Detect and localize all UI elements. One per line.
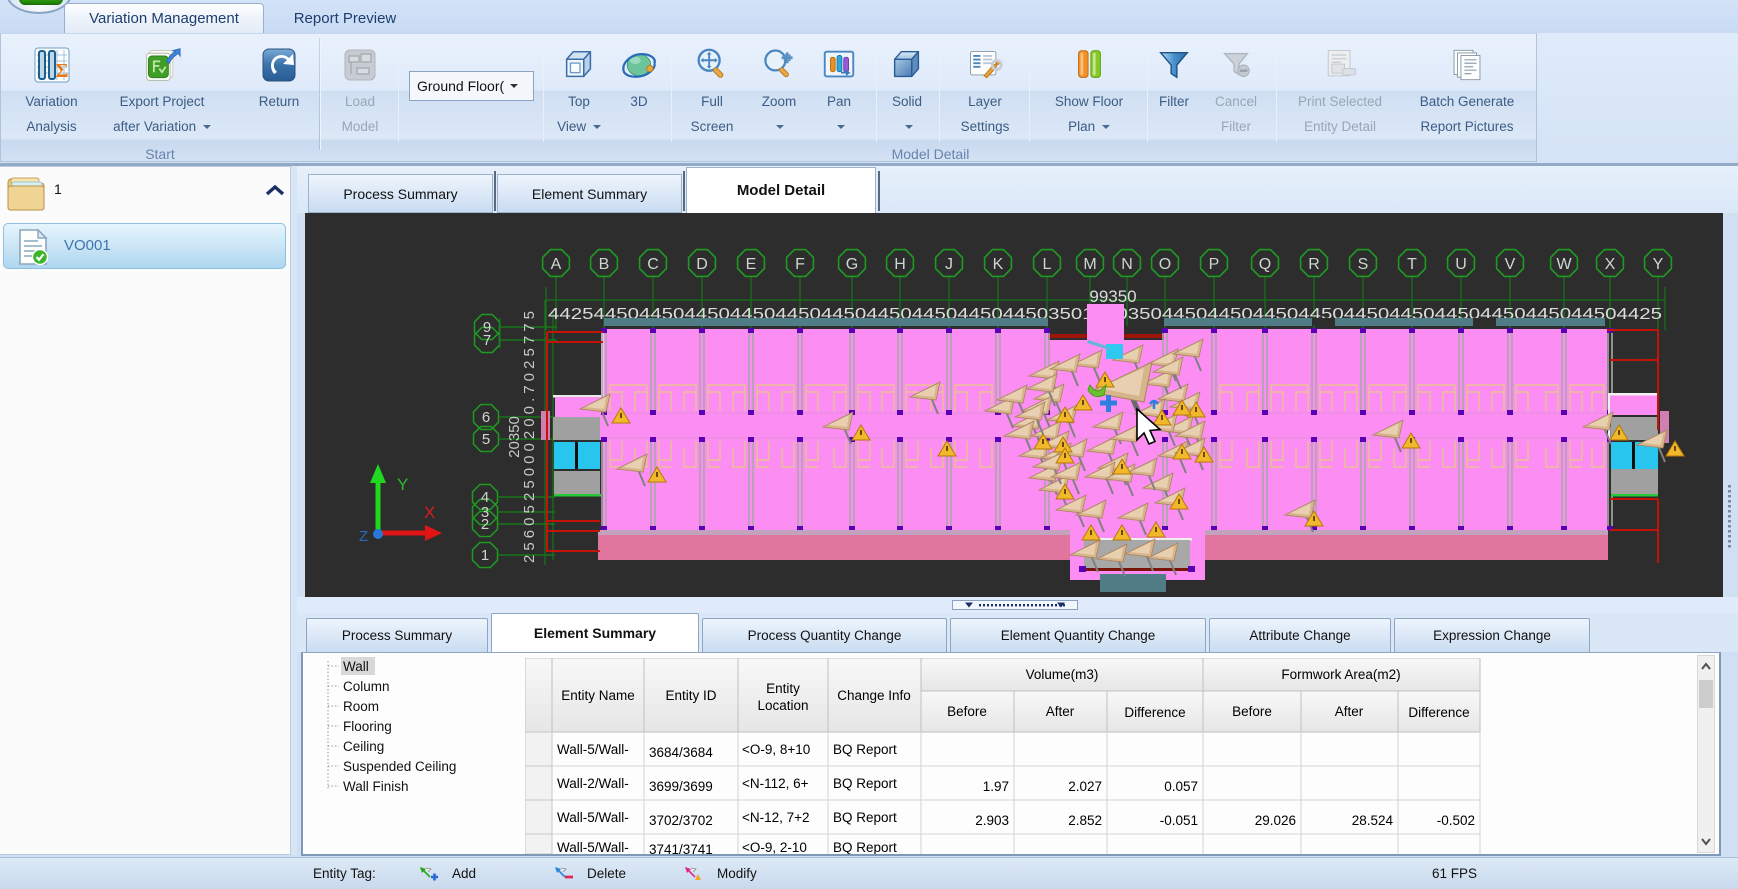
svg-text:2.027: 2.027 <box>1068 779 1102 794</box>
svg-text:Wall-5/Wall-: Wall-5/Wall- <box>557 742 629 757</box>
svg-text:R: R <box>1308 256 1320 273</box>
svg-text:2560525000200.7025775: 2560525000200.7025775 <box>521 311 538 563</box>
svg-text:Wall-5/Wall-: Wall-5/Wall- <box>557 840 629 854</box>
svg-text:28.524: 28.524 <box>1352 813 1394 828</box>
svg-text:L: L <box>1043 256 1052 273</box>
svg-text:X: X <box>424 503 435 522</box>
svg-text:Wall: Wall <box>343 659 369 674</box>
svg-text:Before: Before <box>1232 704 1272 719</box>
svg-text:F: F <box>795 256 805 273</box>
svg-text:E: E <box>746 256 757 273</box>
svg-text:<N-112, 6+: <N-112, 6+ <box>742 776 809 791</box>
svg-text:P: P <box>1209 256 1220 273</box>
svg-text:<O-9, 2-10: <O-9, 2-10 <box>742 840 807 854</box>
svg-text:3699/3699: 3699/3699 <box>649 779 713 794</box>
svg-text:Ceiling: Ceiling <box>343 739 384 754</box>
svg-text:2: 2 <box>481 516 489 533</box>
svg-text:Difference: Difference <box>1124 705 1185 720</box>
svg-text:BQ Report: BQ Report <box>833 776 897 791</box>
svg-text:Y: Y <box>397 475 408 494</box>
svg-text:A: A <box>551 256 562 273</box>
svg-text:Room: Room <box>343 699 379 714</box>
svg-text:-0.502: -0.502 <box>1437 813 1475 828</box>
svg-text:Volume(m3): Volume(m3) <box>1026 667 1099 682</box>
svg-text:BQ Report: BQ Report <box>833 810 897 825</box>
svg-text:5: 5 <box>482 431 490 448</box>
svg-text:After: After <box>1335 704 1364 719</box>
svg-text:BQ Report: BQ Report <box>833 840 897 854</box>
svg-text:1.97: 1.97 <box>983 779 1009 794</box>
svg-text:Wall-5/Wall-: Wall-5/Wall- <box>557 810 629 825</box>
svg-text:3684/3684: 3684/3684 <box>649 745 713 760</box>
svg-text:G: G <box>846 256 858 273</box>
svg-text:V: V <box>1505 256 1516 273</box>
svg-text:Entity ID: Entity ID <box>665 688 716 703</box>
svg-text:Formwork Area(m2): Formwork Area(m2) <box>1281 667 1400 682</box>
svg-text:Entity: Entity <box>766 681 800 696</box>
svg-text:S: S <box>1358 256 1369 273</box>
svg-text:M: M <box>1083 256 1096 273</box>
svg-text:99350: 99350 <box>1089 287 1136 306</box>
svg-text:<N-12, 7+2: <N-12, 7+2 <box>742 810 810 825</box>
svg-text:Wall-2/Wall-: Wall-2/Wall- <box>557 776 629 791</box>
svg-text:Location: Location <box>757 698 808 713</box>
svg-text:W: W <box>1556 256 1572 273</box>
svg-text:T: T <box>1407 256 1417 273</box>
svg-text:Suspended Ceiling: Suspended Ceiling <box>343 759 456 774</box>
svg-text:Y: Y <box>1653 256 1664 273</box>
svg-text:X: X <box>1605 256 1616 273</box>
svg-text:Q: Q <box>1259 256 1271 273</box>
svg-text:K: K <box>993 256 1004 273</box>
svg-text:6: 6 <box>482 409 490 426</box>
svg-text:Flooring: Flooring <box>343 719 392 734</box>
svg-text:N: N <box>1121 256 1133 273</box>
svg-text:0.057: 0.057 <box>1164 779 1198 794</box>
svg-text:Σ: Σ <box>55 60 68 82</box>
svg-text:H: H <box>894 256 906 273</box>
svg-text:2.903: 2.903 <box>975 813 1009 828</box>
svg-text:After: After <box>1046 704 1075 719</box>
svg-text:Difference: Difference <box>1408 705 1469 720</box>
svg-text:Entity Name: Entity Name <box>561 688 635 703</box>
svg-text:Z: Z <box>359 528 368 545</box>
svg-text:-0.051: -0.051 <box>1160 813 1198 828</box>
svg-text:Wall Finish: Wall Finish <box>343 779 409 794</box>
svg-text:D: D <box>696 256 708 273</box>
svg-text:Before: Before <box>947 704 987 719</box>
svg-text:2.852: 2.852 <box>1068 813 1102 828</box>
svg-text:BQ Report: BQ Report <box>833 742 897 757</box>
svg-text:3702/3702: 3702/3702 <box>649 813 713 828</box>
svg-text:7: 7 <box>483 332 491 349</box>
svg-text:Change Info: Change Info <box>837 688 911 703</box>
svg-text:1: 1 <box>481 547 489 564</box>
svg-text:Column: Column <box>343 679 390 694</box>
svg-text:J: J <box>945 256 953 273</box>
svg-text:O: O <box>1159 256 1171 273</box>
svg-text:U: U <box>1455 256 1467 273</box>
svg-text:<O-9, 8+10: <O-9, 8+10 <box>742 742 810 757</box>
svg-text:C: C <box>647 256 659 273</box>
svg-text:B: B <box>599 256 610 273</box>
svg-text:3741/3741: 3741/3741 <box>649 842 713 854</box>
svg-text:29.026: 29.026 <box>1255 813 1296 828</box>
